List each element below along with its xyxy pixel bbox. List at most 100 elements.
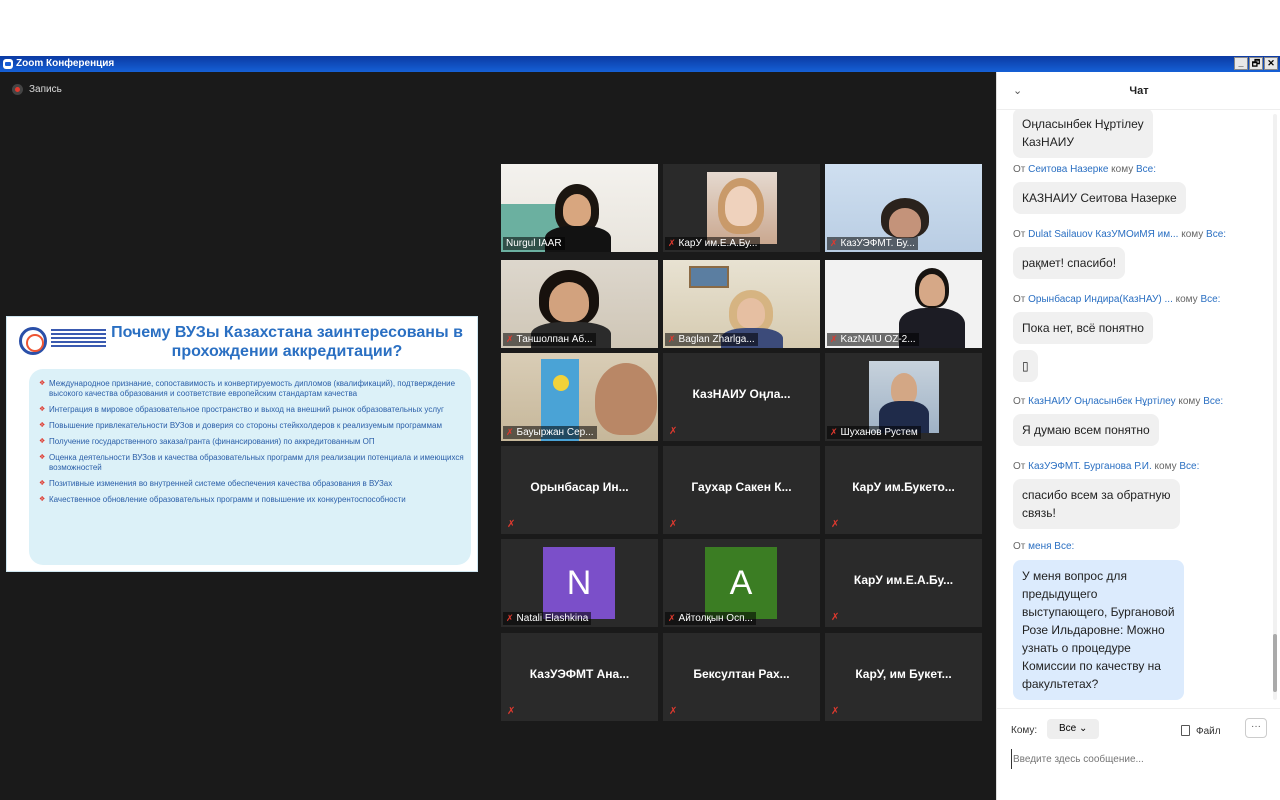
participant-tile[interactable]: ✗ КазУЭФМТ. Бу... [825, 164, 982, 252]
chat-scrollbar[interactable] [1273, 114, 1277, 700]
chat-message: спасибо всем за обратную связь! [1013, 479, 1180, 529]
slide-bullet: Повышение привлекательности ВУЗов и дове… [39, 421, 465, 431]
window-title: Zoom Конференция [16, 58, 115, 69]
chat-composer: Кому: Все ⌄ Файл ··· [997, 708, 1280, 800]
mic-muted-icon: ✗ [668, 613, 676, 623]
participant-tile[interactable]: Бексултан Рах... ✗ [663, 633, 820, 721]
participant-tile[interactable]: ✗ Таншолпан Аб... [501, 260, 658, 348]
mic-muted-icon: ✗ [669, 519, 678, 530]
chat-message-meta: От КазУЭФМТ. Бурганова Р.И. кому Все: [1013, 461, 1200, 472]
slide-bullet: Получение государственного заказа/гранта… [39, 437, 465, 447]
participant-tile[interactable]: Гаухар Сакен К... ✗ [663, 446, 820, 534]
chat-message: Я думаю всем понятно [1013, 414, 1159, 446]
participant-display-name: Орынбасар Ин... [530, 480, 629, 494]
slide-bullet: Оценка деятельности ВУЗов и качества обр… [39, 453, 465, 473]
mic-muted-icon: ✗ [669, 706, 678, 717]
recipient-value: Все [1059, 723, 1077, 734]
participant-tile[interactable]: КарУ им.Е.А.Бу... ✗ [825, 539, 982, 627]
record-icon [12, 84, 23, 95]
mic-muted-icon: ✗ [669, 426, 678, 437]
participant-name: Шуханов Рустем [840, 427, 918, 438]
slide-title: Почему ВУЗы Казахстана заинтересованы в … [111, 324, 463, 360]
participant-tile[interactable]: ✗ KazNAIU OZ-2... [825, 260, 982, 348]
mic-muted-icon: ✗ [507, 519, 516, 530]
mic-muted-icon: ✗ [830, 427, 838, 437]
chat-message-meta: От Орынбасар Индира(КазНАУ) ... кому Все… [1013, 294, 1221, 305]
participant-tile[interactable]: КарУ им.Букето... ✗ [825, 446, 982, 534]
mic-muted-icon: ✗ [507, 706, 516, 717]
participant-tile[interactable]: A ✗ Айтолқын Осп... [663, 539, 820, 627]
mic-muted-icon: ✗ [506, 613, 514, 623]
chat-message: Оңласынбек Нұртілеу КазНАИУ [1013, 110, 1153, 158]
participant-name: Бауыржан Сер... [516, 427, 594, 438]
scrollbar-thumb[interactable] [1273, 634, 1277, 692]
participant-tile[interactable]: Nurgul IAAR [501, 164, 658, 252]
chat-message: рақмет! спасибо! [1013, 247, 1126, 279]
participant-display-name: КазУЭФМТ Ана... [529, 667, 630, 681]
chat-message: КАЗНАИУ Сеитова Назерке [1013, 182, 1186, 214]
participant-avatar: A [705, 547, 777, 619]
recipient-label: Кому: [1011, 725, 1038, 736]
shared-screen-slide: Почему ВУЗы Казахстана заинтересованы в … [6, 316, 478, 572]
chat-message-meta: От меня Все: [1013, 541, 1075, 552]
chat-message: ▯ [1013, 350, 1038, 382]
slide-bullet: Международное признание, сопоставимость … [39, 379, 465, 399]
participant-display-name: КазНАИУ Оңла... [692, 387, 791, 401]
chevron-down-icon: ⌄ [1079, 723, 1088, 734]
file-label: Файл [1196, 726, 1221, 737]
participant-tile[interactable]: ✗ Бауыржан Сер... [501, 353, 658, 441]
mic-muted-icon: ✗ [506, 427, 514, 437]
recording-indicator[interactable]: Запись [12, 84, 62, 95]
mic-muted-icon: ✗ [831, 706, 840, 717]
participant-tile[interactable]: ✗ Baglan Zharlga... [663, 260, 820, 348]
recipient-select[interactable]: Все ⌄ [1047, 719, 1099, 739]
slide-bullet: Позитивные изменения во внутренней систе… [39, 479, 465, 489]
chat-title: Чат [1129, 85, 1149, 97]
top-blank-area [0, 0, 1280, 56]
minimize-button[interactable]: _ [1234, 57, 1248, 70]
slide-content-box: Международное признание, сопоставимость … [29, 369, 471, 565]
participant-display-name: КарУ им.Букето... [852, 480, 955, 494]
chat-message-own: У меня вопрос для предыдущего выступающе… [1013, 560, 1184, 700]
chat-message-meta: От Сеитова Назерке кому Все: [1013, 164, 1157, 175]
participant-name: KazNAIU OZ-2... [840, 334, 916, 345]
participant-tile[interactable]: N ✗ Natali Elashkina [501, 539, 658, 627]
participant-name: Таншолпан Аб... [516, 334, 593, 345]
chat-message-meta: От КазНАИУ Оңласынбек Нұртілеу кому Все: [1013, 396, 1224, 407]
participant-name: КазУЭФМТ. Бу... [840, 238, 915, 249]
participant-tile[interactable]: КазНАИУ Оңла... ✗ [663, 353, 820, 441]
mic-muted-icon: ✗ [668, 238, 676, 248]
chat-header: ⌄ Чат [997, 72, 1280, 110]
participant-display-name: КарУ им.Е.А.Бу... [853, 573, 954, 587]
meeting-stage: Запись Почему ВУЗы Казахстана заинтересо… [0, 72, 996, 800]
participant-name: Айтолқын Осп... [678, 613, 753, 624]
recording-label: Запись [29, 84, 62, 95]
participant-tile[interactable]: ✗ Шуханов Рустем [825, 353, 982, 441]
participant-tile[interactable]: Орынбасар Ин... ✗ [501, 446, 658, 534]
more-options-button[interactable]: ··· [1245, 718, 1267, 738]
chat-panel: ⌄ Чат Оңласынбек Нұртілеу КазНАИУ От Сеи… [996, 72, 1280, 800]
chat-messages: Оңласынбек Нұртілеу КазНАИУ От Сеитова Н… [997, 110, 1280, 706]
window-titlebar: Zoom Конференция _ 🗗 ✕ [0, 56, 1280, 72]
mic-muted-icon: ✗ [830, 334, 838, 344]
participant-tile[interactable]: ✗ КарУ им.Е.А.Бу... [663, 164, 820, 252]
iaar-logo-icon [19, 327, 47, 355]
participant-name: Nurgul IAAR [503, 237, 565, 250]
participant-tile[interactable]: КарУ, им Букет... ✗ [825, 633, 982, 721]
participant-tile[interactable]: КазУЭФМТ Ана... ✗ [501, 633, 658, 721]
restore-button[interactable]: 🗗 [1249, 57, 1263, 70]
participant-name: КарУ им.Е.А.Бу... [678, 238, 758, 249]
participant-display-name: Гаухар Сакен К... [691, 480, 792, 494]
chat-message: Пока нет, всё понятно [1013, 312, 1153, 344]
participant-display-name: КарУ, им Букет... [855, 667, 952, 681]
window-controls: _ 🗗 ✕ [1234, 57, 1278, 70]
file-icon [1181, 725, 1190, 736]
file-button[interactable]: Файл [1181, 725, 1221, 737]
chat-message-meta: От Dulat Sailauov КазУМОиМЯ им... кому В… [1013, 229, 1227, 240]
chat-message-input[interactable] [1011, 749, 1267, 769]
mic-muted-icon: ✗ [668, 334, 676, 344]
chevron-down-icon[interactable]: ⌄ [1013, 72, 1022, 110]
mic-muted-icon: ✗ [506, 334, 514, 344]
close-button[interactable]: ✕ [1264, 57, 1278, 70]
mic-muted-icon: ✗ [831, 612, 840, 623]
